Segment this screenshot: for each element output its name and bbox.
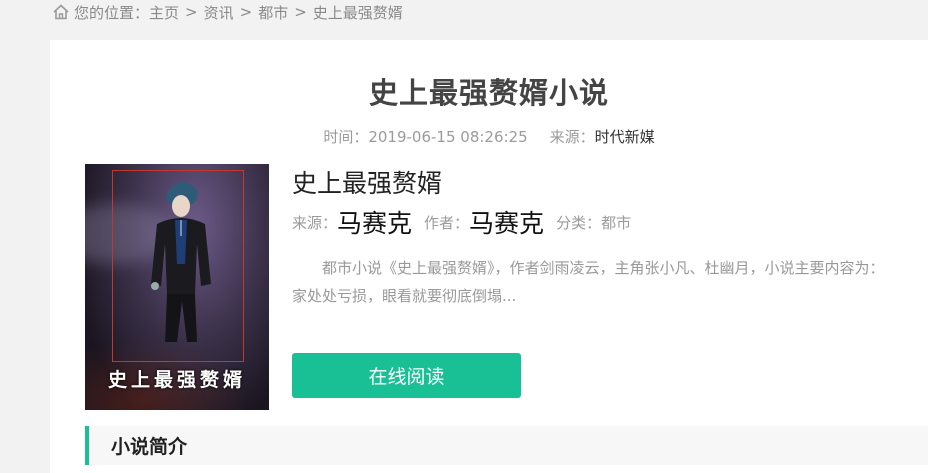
breadcrumb: 您的位置： 主页 > 资讯 > 都市 > 史上最强赘婿 [52,0,403,24]
breadcrumb-separator: > [185,3,198,21]
book-info: 来源： 马赛克 作者： 马赛克 分类： 都市 [292,206,631,238]
book-category-label: 分类： [556,213,602,232]
cover-title-text: 史上最强赘婿 [107,369,246,391]
breadcrumb-separator: > [294,3,307,21]
book-source-value: 马赛克 [337,209,413,238]
breadcrumb-prefix: 您的位置： [74,3,150,22]
time-value: 2019-06-15 08:26:25 [368,128,528,146]
book-description: 都市小说《史上最强赘婿》，作者剑雨凌云，主角张小凡、杜幽月，小说主要内容为： 家… [292,254,928,310]
book-category-value: 都市 [601,213,632,232]
breadcrumb-item-home[interactable]: 主页 [149,2,179,23]
source-value: 时代新媒 [594,128,655,146]
book-description-line: 都市小说《史上最强赘婿》，作者剑雨凌云，主角张小凡、杜幽月，小说主要内容为： [322,259,885,277]
book-source-label: 来源： [292,213,338,232]
time-label: 时间： [323,128,369,146]
section-title-intro: 小说简介 [85,426,928,465]
cover-character-illustration [151,181,211,342]
book-author-value: 马赛克 [469,209,545,238]
breadcrumb-item-news[interactable]: 资讯 [204,2,234,23]
article-meta: 时间：2019-06-15 08:26:25 来源：时代新媒 [50,126,928,147]
source-label: 来源： [549,128,595,146]
breadcrumb-item-urban[interactable]: 都市 [258,2,288,23]
book-description-line: 家处处亏损，眼看就要彻底倒塌... [292,287,517,305]
home-icon[interactable] [52,3,70,21]
book-cover[interactable]: 史上最强赘婿 [85,164,269,410]
book-author-label: 作者： [424,213,470,232]
breadcrumb-item-current[interactable]: 史上最强赘婿 [313,2,403,23]
article-panel: 史上最强赘婿小说 时间：2019-06-15 08:26:25 来源：时代新媒 史… [50,40,928,473]
read-online-button[interactable]: 在线阅读 [292,353,521,398]
book-name: 史上最强赘婿 [292,169,443,198]
breadcrumb-separator: > [239,3,253,21]
article-title: 史上最强赘婿小说 [368,76,609,110]
